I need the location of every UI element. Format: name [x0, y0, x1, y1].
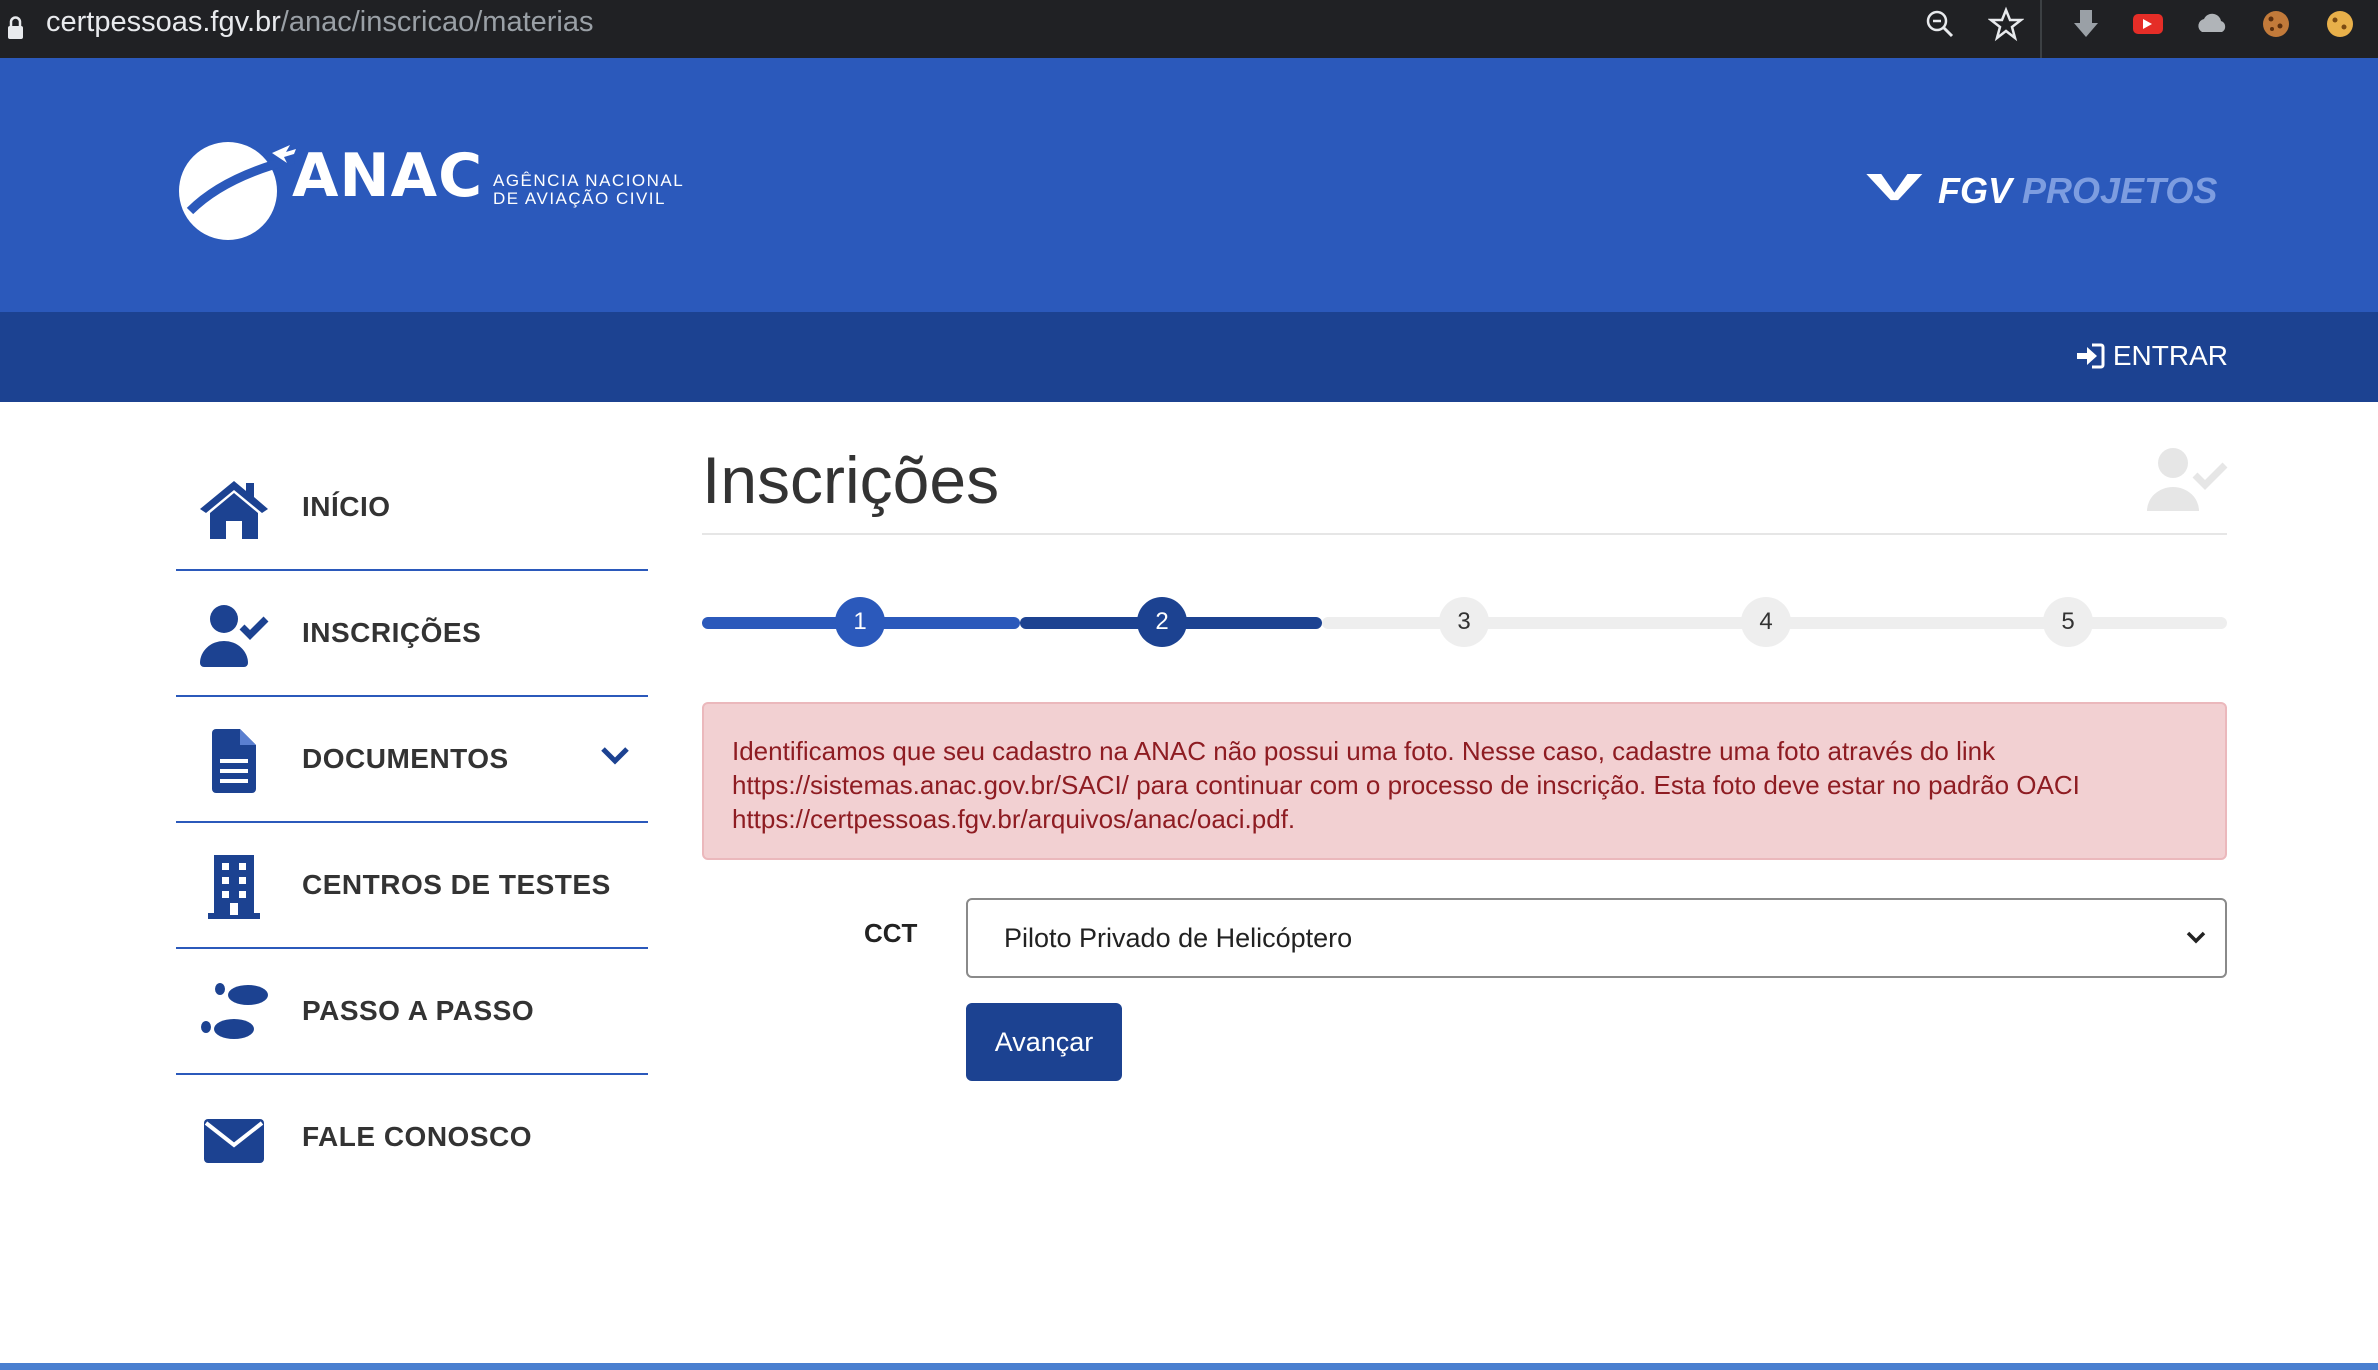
zoom-icon[interactable] — [1922, 6, 1958, 42]
chevron-down-icon[interactable] — [600, 743, 630, 767]
sidebar-item-label: FALE CONOSCO — [302, 1121, 533, 1152]
anac-logo-text: ANAC — [292, 141, 484, 211]
login-label: ENTRAR — [2112, 340, 2228, 371]
bookmark-star-icon[interactable] — [1988, 6, 2024, 42]
login-link[interactable]: ENTRAR — [2075, 338, 2228, 374]
top-navbar: ENTRAR — [0, 312, 2378, 402]
advance-button[interactable]: Avançar — [966, 1003, 1122, 1081]
cookie-extension-icon[interactable] — [2258, 6, 2294, 42]
building-icon — [208, 855, 260, 919]
sidebar-item-label: INSCRIÇÕES — [302, 617, 482, 648]
sidebar-item-passo-a-passo[interactable]: PASSO A PASSO — [176, 949, 648, 1075]
sidebar-item-documentos[interactable]: DOCUMENTOS — [176, 697, 648, 823]
cct-select[interactable]: Piloto Privado de Helicóptero — [966, 898, 2227, 978]
cloud-extension-icon[interactable] — [2194, 6, 2230, 42]
page-title: Inscrições — [702, 443, 1000, 517]
lock-icon — [8, 16, 23, 39]
sidebar-item-inicio[interactable]: INÍCIO — [176, 445, 648, 571]
sidebar-item-label: CENTROS DE TESTES — [302, 869, 611, 900]
url-domain: certpessoas.fgv.br — [46, 6, 281, 38]
youtube-extension-icon[interactable] — [2130, 6, 2166, 42]
footer-strip — [0, 1363, 2378, 1370]
envelope-icon — [204, 1119, 264, 1163]
sidebar-menu: INÍCIO INSCRIÇÕES DOCUMENTOS CENTROS DE … — [176, 445, 648, 1199]
cookie-alt-extension-icon[interactable] — [2322, 6, 2358, 42]
sidebar-item-label: INÍCIO — [302, 491, 391, 522]
step-1[interactable]: 1 — [835, 597, 885, 647]
sign-in-icon — [2076, 343, 2105, 369]
anac-subtitle-line2: DE AVIAÇÃO CIVIL — [493, 189, 666, 208]
title-divider — [702, 533, 2227, 535]
sidebar-item-inscricoes[interactable]: INSCRIÇÕES — [176, 571, 648, 697]
fgv-projetos-logo[interactable]: FGV PROJETOS — [1938, 170, 2217, 212]
cct-label: CCT — [864, 918, 918, 948]
sidebar-item-label: PASSO A PASSO — [302, 995, 535, 1026]
anac-subtitle-line1: AGÊNCIA NACIONAL — [493, 171, 685, 190]
url-path: /anac/inscricao/materias — [280, 6, 594, 38]
footprints-icon — [201, 983, 268, 1039]
missing-photo-alert: Identificamos que seu cadastro na ANAC n… — [702, 702, 2227, 860]
cct-selected-value: Piloto Privado de Helicóptero — [1004, 923, 1353, 953]
sidebar-item-centros-de-testes[interactable]: CENTROS DE TESTES — [176, 823, 648, 949]
site-header: ANAC AGÊNCIA NACIONAL DE AVIAÇÃO CIVIL F… — [0, 58, 2378, 312]
step-2[interactable]: 2 — [1137, 597, 1187, 647]
document-icon — [212, 729, 256, 793]
address-bar[interactable]: certpessoas.fgv.br/anac/inscricao/materi… — [46, 5, 593, 39]
user-check-icon — [2147, 448, 2228, 511]
step-4[interactable]: 4 — [1741, 597, 1791, 647]
step-5[interactable]: 5 — [2043, 597, 2093, 647]
step-3[interactable]: 3 — [1439, 597, 1489, 647]
projetos-logo-text: PROJETOS — [2012, 170, 2218, 211]
sidebar-item-fale-conosco[interactable]: FALE CONOSCO — [176, 1075, 648, 1199]
chevron-down-icon — [2186, 931, 2206, 944]
home-icon — [200, 481, 268, 539]
fgv-logo-text: FGV — [1938, 170, 2013, 211]
browser-toolbar: certpessoas.fgv.br/anac/inscricao/materi… — [0, 0, 2378, 58]
download-extension-icon[interactable] — [2068, 6, 2104, 42]
user-check-icon — [200, 605, 269, 667]
fgv-chevron-icon — [1866, 174, 1923, 201]
progress-stepper: 1 2 3 4 5 — [702, 590, 2227, 654]
sidebar-item-label: DOCUMENTOS — [302, 743, 509, 774]
anac-logo-subtitle: AGÊNCIA NACIONAL DE AVIAÇÃO CIVIL — [493, 172, 713, 208]
